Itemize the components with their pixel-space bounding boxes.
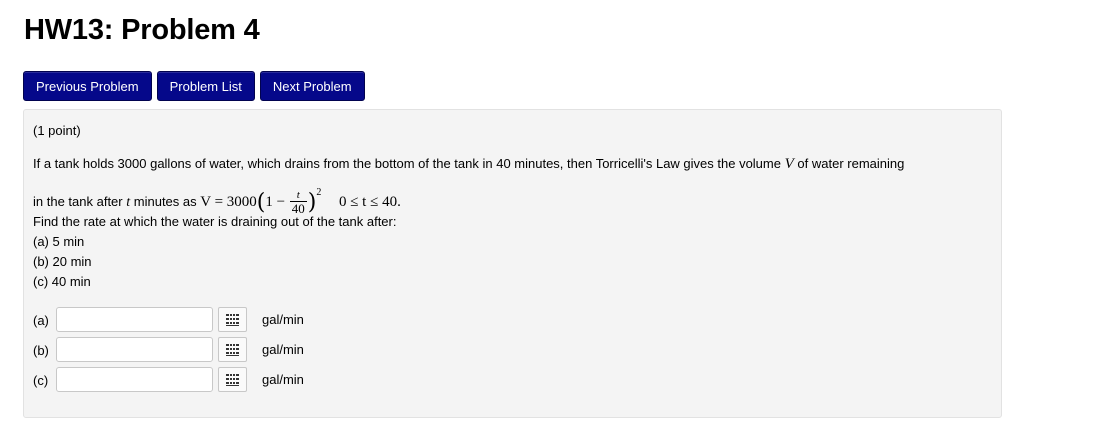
- intro-text: If a tank holds 3000 gallons of water, w…: [33, 156, 781, 171]
- answer-a-input[interactable]: [56, 307, 213, 332]
- grid-palette-icon[interactable]: [218, 307, 247, 332]
- fraction-denominator: 40: [289, 201, 307, 217]
- part-c-text: (c) 40 min: [33, 274, 91, 289]
- answer-a-label: (a): [33, 313, 49, 328]
- problem-formula-line: in the tank after t minutes as V = 3000(…: [33, 178, 401, 218]
- part-b-text: (b) 20 min: [33, 254, 92, 269]
- formula-fraction: t 40: [289, 189, 307, 217]
- answer-c-input[interactable]: [56, 367, 213, 392]
- page-title: HW13: Problem 4: [24, 14, 260, 46]
- answer-a-unit: gal/min: [262, 312, 304, 327]
- part-a-text: (a) 5 min: [33, 234, 85, 249]
- question-text: Find the rate at which the water is drai…: [33, 214, 397, 229]
- points-label: (1 point): [33, 123, 81, 138]
- fraction-numerator: t: [296, 189, 300, 202]
- previous-problem-button[interactable]: Previous Problem: [23, 71, 152, 101]
- answer-b-input[interactable]: [56, 337, 213, 362]
- intro-text-end: of water remaining: [797, 156, 905, 171]
- answer-b-unit: gal/min: [262, 342, 304, 357]
- problem-nav: Previous Problem Problem List Next Probl…: [23, 71, 365, 101]
- problem-intro-line1: If a tank holds 3000 gallons of water, w…: [33, 156, 904, 173]
- answer-c-unit: gal/min: [262, 372, 304, 387]
- grid-palette-icon[interactable]: [218, 337, 247, 362]
- problem-panel: (1 point) If a tank holds 3000 gallons o…: [23, 109, 1002, 418]
- grid-palette-icon[interactable]: [218, 367, 247, 392]
- time-variable: t: [126, 195, 131, 210]
- next-problem-button[interactable]: Next Problem: [259, 71, 365, 101]
- answer-b-label: (b): [33, 343, 49, 358]
- volume-variable: V: [784, 156, 794, 172]
- formula-lhs: V = 3000(1 −: [200, 190, 286, 215]
- answer-c-label: (c): [33, 373, 49, 388]
- formula-exponent: 2: [316, 187, 322, 198]
- problem-list-button[interactable]: Problem List: [156, 71, 255, 101]
- line2-mid: minutes as: [133, 194, 197, 209]
- formula-domain: 0 ≤ t ≤ 40.: [338, 194, 401, 210]
- line2-start: in the tank after: [33, 194, 123, 209]
